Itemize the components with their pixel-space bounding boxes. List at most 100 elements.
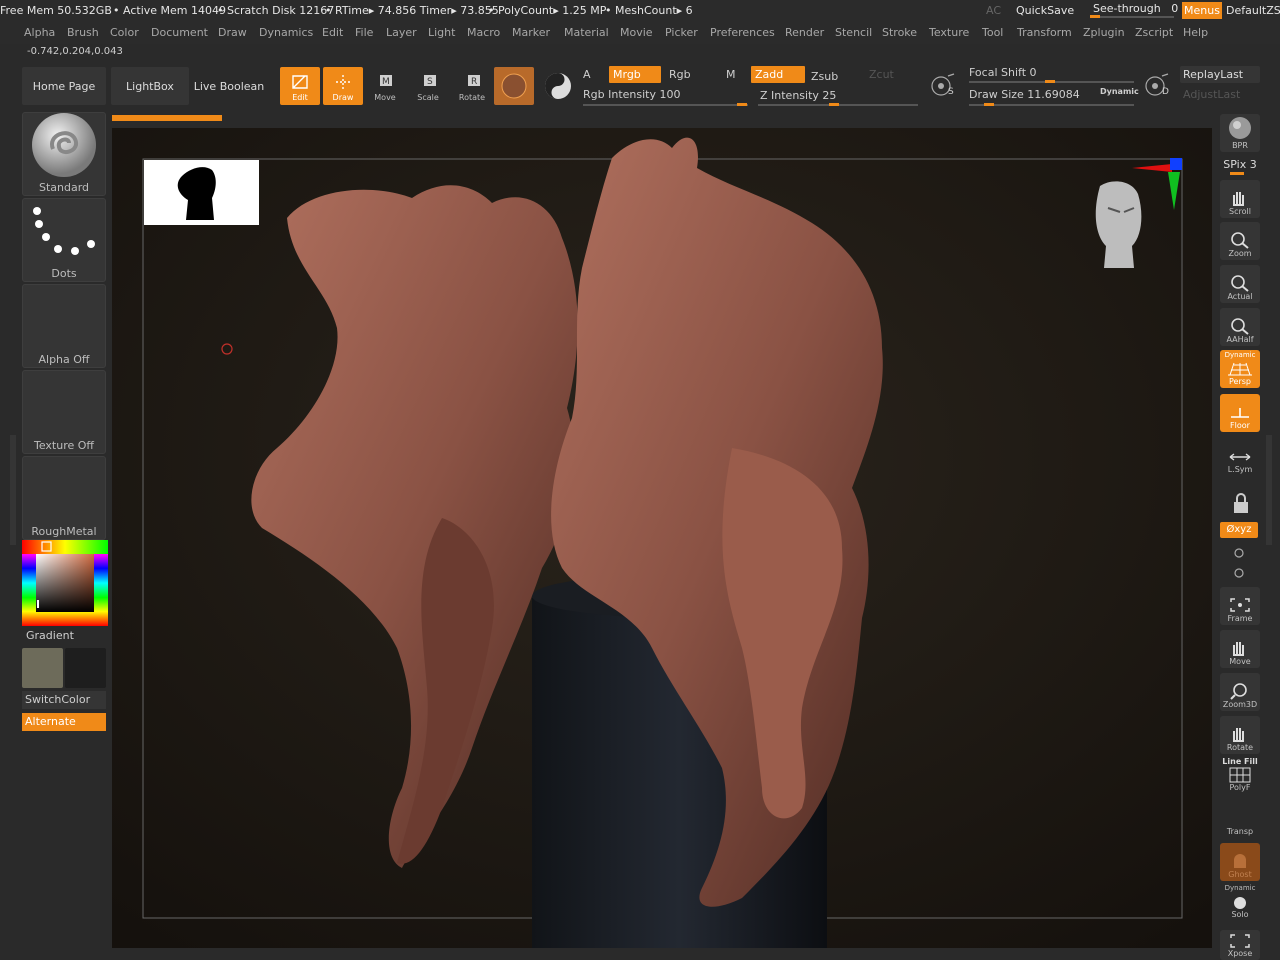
- draw-size-knob[interactable]: [984, 103, 994, 106]
- move-button[interactable]: M Move: [365, 67, 405, 105]
- move-view-button[interactable]: Move: [1220, 630, 1260, 668]
- menu-tool[interactable]: Tool: [982, 26, 1003, 39]
- rotate-button[interactable]: R Rotate: [452, 67, 492, 105]
- adjust-last-button[interactable]: AdjustLast: [1183, 88, 1240, 101]
- color-sphere-button[interactable]: [540, 67, 576, 105]
- lock-button[interactable]: [1220, 480, 1260, 518]
- menu-zplugin[interactable]: Zplugin: [1083, 26, 1125, 39]
- alpha-off-thumb[interactable]: Alpha Off: [22, 284, 106, 368]
- spix-knob[interactable]: [1230, 172, 1244, 175]
- menu-alpha[interactable]: Alpha: [24, 26, 55, 39]
- xpose-button[interactable]: Xpose: [1220, 930, 1260, 960]
- menu-dynamics[interactable]: Dynamics: [259, 26, 313, 39]
- home-page-button[interactable]: Home Page: [22, 67, 106, 105]
- brush-standard-thumb[interactable]: Standard: [22, 112, 106, 196]
- frame-button[interactable]: Frame: [1220, 587, 1260, 625]
- focal-shift-slider[interactable]: Focal Shift 0: [969, 66, 1037, 79]
- stroke-dots-thumb[interactable]: Dots: [22, 198, 106, 282]
- ac-label[interactable]: AC: [986, 4, 1001, 17]
- material-swatch-button[interactable]: [494, 67, 534, 105]
- m-toggle[interactable]: M: [726, 68, 736, 81]
- alternate-toggle[interactable]: Alternate: [22, 713, 106, 731]
- ghost-button[interactable]: Ghost: [1220, 843, 1260, 881]
- edit-button[interactable]: Edit: [280, 67, 320, 105]
- menu-help[interactable]: Help: [1183, 26, 1208, 39]
- persp-button[interactable]: Dynamic Persp: [1220, 350, 1260, 388]
- secondary-color-swatch[interactable]: [65, 648, 106, 688]
- scroll-button[interactable]: Scroll: [1220, 180, 1260, 218]
- default-script-button[interactable]: DefaultZSc: [1226, 4, 1280, 17]
- menu-movie[interactable]: Movie: [620, 26, 653, 39]
- rotate-y-button[interactable]: [1232, 545, 1246, 559]
- menu-file[interactable]: File: [355, 26, 373, 39]
- main-color-swatch[interactable]: [22, 648, 63, 688]
- texture-off-thumb[interactable]: Texture Off: [22, 370, 106, 454]
- zoom3d-button[interactable]: Zoom3D: [1220, 673, 1260, 711]
- aahalf-button[interactable]: AAHalf: [1220, 308, 1260, 346]
- z-intensity-knob[interactable]: [829, 103, 839, 106]
- xyz-toggle[interactable]: Øxyz: [1220, 522, 1258, 538]
- right-tray-handle[interactable]: [1266, 435, 1272, 545]
- rgb-toggle[interactable]: Rgb: [669, 68, 691, 81]
- solo-button[interactable]: Solo: [1220, 893, 1260, 921]
- menu-layer[interactable]: Layer: [386, 26, 417, 39]
- menu-light[interactable]: Light: [428, 26, 455, 39]
- rgb-intensity-track[interactable]: [583, 104, 748, 106]
- mrgb-toggle[interactable]: Mrgb: [609, 66, 661, 83]
- rotate-view-button[interactable]: Rotate: [1220, 716, 1260, 754]
- live-boolean-button[interactable]: Live Boolean: [193, 67, 265, 105]
- menus-toggle[interactable]: Menus: [1182, 2, 1222, 19]
- canvas-viewport[interactable]: [112, 128, 1212, 948]
- gradient-toggle[interactable]: Gradient: [26, 629, 74, 642]
- menu-texture[interactable]: Texture: [929, 26, 969, 39]
- menu-preferences[interactable]: Preferences: [710, 26, 775, 39]
- actual-button[interactable]: Actual: [1220, 265, 1260, 303]
- draw-size-slider[interactable]: Draw Size 11.69084: [969, 88, 1080, 101]
- dynamic-toggle[interactable]: Dynamic: [1100, 87, 1139, 96]
- quicksave-button[interactable]: QuickSave: [1016, 4, 1074, 17]
- zadd-toggle[interactable]: Zadd: [751, 66, 805, 83]
- spix-slider[interactable]: SPix 3: [1220, 158, 1260, 171]
- menu-macro[interactable]: Macro: [467, 26, 500, 39]
- rotate-z-button[interactable]: [1232, 565, 1246, 579]
- see-through-slider[interactable]: See-through 0: [1093, 2, 1178, 15]
- transp-button[interactable]: Transp: [1220, 800, 1260, 838]
- switch-color-button[interactable]: SwitchColor: [22, 691, 106, 709]
- meshcount-readout: • MeshCount▸ 6: [605, 4, 693, 17]
- zcut-toggle[interactable]: Zcut: [869, 68, 894, 81]
- replay-last-button[interactable]: ReplayLast: [1180, 66, 1260, 83]
- canvas-scene[interactable]: [112, 128, 1212, 948]
- menu-transform[interactable]: Transform: [1017, 26, 1072, 39]
- menu-draw[interactable]: Draw: [218, 26, 247, 39]
- polyf-button[interactable]: PolyF: [1220, 766, 1260, 794]
- z-intensity-slider[interactable]: Z Intensity 25: [760, 89, 836, 102]
- focal-shift-knob[interactable]: [1045, 80, 1055, 83]
- menu-picker[interactable]: Picker: [665, 26, 698, 39]
- menu-document[interactable]: Document: [151, 26, 208, 39]
- see-through-track[interactable]: [1090, 16, 1174, 18]
- material-roughmetal-thumb[interactable]: RoughMetal: [22, 456, 106, 540]
- zsub-toggle[interactable]: Zsub: [811, 70, 838, 83]
- menu-zscript[interactable]: Zscript: [1135, 26, 1173, 39]
- color-picker-wheel[interactable]: [22, 540, 108, 626]
- rgb-intensity-knob[interactable]: [737, 103, 747, 106]
- zoom-button[interactable]: Zoom: [1220, 222, 1260, 260]
- local-symmetry-button[interactable]: L.Sym: [1220, 438, 1260, 476]
- see-through-knob[interactable]: [1090, 15, 1100, 18]
- rgb-intensity-slider[interactable]: Rgb Intensity 100: [583, 88, 680, 101]
- menu-stroke[interactable]: Stroke: [882, 26, 917, 39]
- menu-stencil[interactable]: Stencil: [835, 26, 872, 39]
- menu-render[interactable]: Render: [785, 26, 824, 39]
- scale-button[interactable]: S Scale: [408, 67, 448, 105]
- color-picker[interactable]: [22, 540, 108, 626]
- lightbox-button[interactable]: LightBox: [111, 67, 189, 105]
- draw-button[interactable]: Draw: [323, 67, 363, 105]
- menu-material[interactable]: Material: [564, 26, 609, 39]
- bpr-render-button[interactable]: BPR: [1220, 114, 1260, 152]
- menu-edit[interactable]: Edit: [322, 26, 343, 39]
- menu-color[interactable]: Color: [110, 26, 139, 39]
- menu-brush[interactable]: Brush: [67, 26, 99, 39]
- menu-marker[interactable]: Marker: [512, 26, 550, 39]
- left-tray-handle[interactable]: [10, 435, 16, 545]
- floor-button[interactable]: Floor: [1220, 394, 1260, 432]
